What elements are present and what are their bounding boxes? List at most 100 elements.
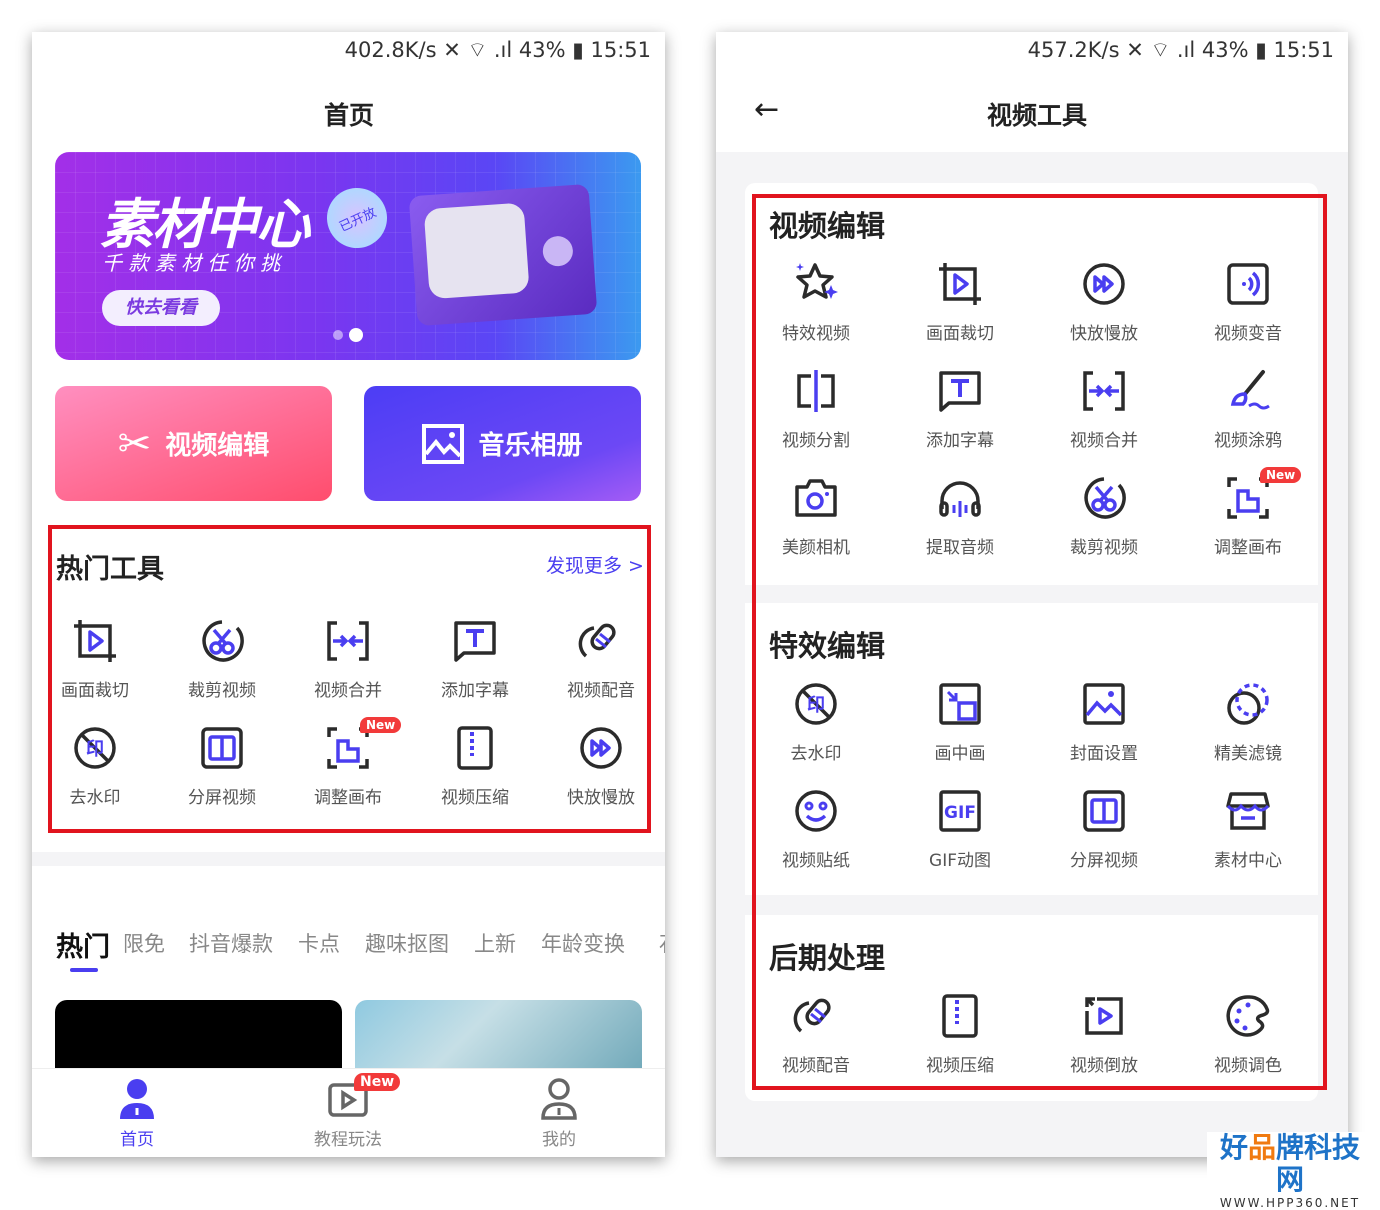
tool-label: 特效视频 xyxy=(782,324,850,344)
tool-fast[interactable]: 快放慢放 xyxy=(1044,259,1164,344)
tool-merge[interactable]: 视频合并 xyxy=(288,616,408,701)
tool-label: 分屏视频 xyxy=(1070,851,1138,871)
star-icon xyxy=(796,263,838,299)
banner-button[interactable]: 快去看看 xyxy=(102,290,220,326)
tool-label: 视频变音 xyxy=(1214,324,1282,344)
tool-compress[interactable]: 视频压缩 xyxy=(415,723,535,808)
tool-pip[interactable]: 画中画 xyxy=(900,679,1020,764)
page-title: 首页 xyxy=(323,101,375,130)
banner[interactable]: 素材中心 已开放 千 款 素 材 任 你 挑 快去看看 xyxy=(55,152,641,360)
sticker-icon xyxy=(795,790,837,832)
tool-label: 添加字幕 xyxy=(441,681,509,701)
tool-label: 精美滤镜 xyxy=(1214,744,1282,764)
tool-headphones[interactable]: 提取音频 xyxy=(900,473,1020,558)
hot-tools-title: 热门工具 xyxy=(56,554,164,585)
tool-label: GIF动图 xyxy=(929,851,991,871)
tool-cutcircle[interactable]: 裁剪视频 xyxy=(1044,473,1164,558)
discover-more-link[interactable]: 发现更多 > xyxy=(546,551,644,578)
crop-icon xyxy=(939,263,981,305)
section-title: 后期处理 xyxy=(769,941,886,975)
merge-icon xyxy=(1083,371,1125,411)
tool-filter[interactable]: 精美滤镜 xyxy=(1188,679,1308,764)
music-album-button[interactable]: 音乐相册 xyxy=(364,386,641,501)
tool-label: 画中画 xyxy=(934,744,986,764)
page-title: 视频工具 xyxy=(986,101,1088,130)
text-icon xyxy=(939,371,981,412)
tool-watermark[interactable]: 印去水印 xyxy=(756,679,876,764)
tool-gif[interactable]: GIF GIF动图 xyxy=(900,786,1020,871)
tool-mic[interactable]: 视频配音 xyxy=(756,991,876,1076)
crop-icon xyxy=(74,620,116,662)
tool-cutcircle[interactable]: 裁剪视频 xyxy=(162,616,282,701)
tool-label: 分屏视频 xyxy=(188,788,256,808)
tool-brush[interactable]: 视频涂鸦 xyxy=(1188,366,1308,451)
tool-store[interactable]: 素材中心 xyxy=(1188,786,1308,871)
status-bar: 457.2K/s ✕ ⌔ .ıl 43% ▮ 15:51 xyxy=(1027,38,1334,62)
tool-crop[interactable]: 画面裁切 xyxy=(35,616,155,701)
tab[interactable]: 卡点 xyxy=(298,928,340,958)
tool-sticker[interactable]: 视频贴纸 xyxy=(756,786,876,871)
back-button[interactable]: ← xyxy=(754,92,779,127)
tab[interactable]: 限免 xyxy=(123,928,165,958)
mic-icon xyxy=(578,623,616,658)
camera-icon xyxy=(795,479,837,517)
tool-camera[interactable]: 美颜相机 xyxy=(756,473,876,558)
video-edit-label: 视频编辑 xyxy=(165,431,270,461)
tool-compress[interactable]: 视频压缩 xyxy=(900,991,1020,1076)
tool-star[interactable]: 特效视频 xyxy=(756,259,876,344)
headphones-icon xyxy=(939,481,981,517)
divider xyxy=(32,852,665,866)
tab[interactable]: 抖音爆款 xyxy=(189,928,273,958)
tool-label: 视频调色 xyxy=(1214,1056,1282,1076)
bottom-nav: 首页 教程玩法 New 我的 xyxy=(32,1068,665,1157)
fast-icon xyxy=(580,727,622,769)
tool-split-screen[interactable]: 分屏视频 xyxy=(1044,786,1164,871)
picture-icon xyxy=(1083,683,1125,725)
nav-mine[interactable]: 我的 xyxy=(509,1077,609,1150)
nav-label: 我的 xyxy=(542,1130,576,1150)
tool-fast[interactable]: 快放慢放 xyxy=(541,723,661,808)
slide-dot-active[interactable] xyxy=(349,328,363,342)
nav-tutorials[interactable]: 教程玩法 New xyxy=(298,1073,401,1150)
tool-voice[interactable]: 视频变音 xyxy=(1188,259,1308,344)
tool-merge[interactable]: 视频合并 xyxy=(1044,366,1164,451)
tool-crop[interactable]: 画面裁切 xyxy=(900,259,1020,344)
video-edit-button[interactable]: ✂ 视频编辑 xyxy=(55,386,332,501)
tool-picture[interactable]: 封面设置 xyxy=(1044,679,1164,764)
tab[interactable]: 趣味抠图 xyxy=(365,928,449,958)
tool-label: 视频配音 xyxy=(782,1056,850,1076)
tool-label: 调整画布 xyxy=(1214,538,1282,558)
reverse-icon xyxy=(1085,997,1123,1035)
tool-reverse[interactable]: 视频倒放 xyxy=(1044,991,1164,1076)
palette-icon xyxy=(1226,995,1270,1037)
tool-label: 快放慢放 xyxy=(567,788,635,808)
tool-split[interactable]: 视频分割 xyxy=(756,366,876,451)
tool-watermark[interactable]: 印去水印 xyxy=(35,723,155,808)
gif-icon: GIF xyxy=(939,790,981,832)
pip-icon xyxy=(939,683,981,725)
tool-canvas[interactable]: 调整画布 New xyxy=(288,717,408,808)
tab[interactable]: 年龄变换 xyxy=(541,928,625,958)
slide-dot[interactable] xyxy=(333,330,343,340)
tool-split-screen[interactable]: 分屏视频 xyxy=(162,723,282,808)
tool-label: 画面裁切 xyxy=(61,681,129,701)
tab[interactable]: 热门 xyxy=(56,925,110,964)
tool-label: 调整画布 xyxy=(314,788,382,808)
nav-home[interactable]: 首页 xyxy=(87,1077,187,1150)
tool-palette[interactable]: 视频调色 xyxy=(1188,991,1308,1076)
tool-text[interactable]: 添加字幕 xyxy=(415,616,535,701)
tool-label: 视频涂鸦 xyxy=(1214,431,1282,451)
tool-text[interactable]: 添加字幕 xyxy=(900,366,1020,451)
tool-label: 快放慢放 xyxy=(1070,324,1138,344)
merge-icon xyxy=(327,621,369,661)
tool-canvas[interactable]: 调整画布 New xyxy=(1188,467,1308,558)
new-badge: New xyxy=(354,1073,401,1091)
tool-mic[interactable]: 视频配音 xyxy=(541,616,661,701)
tool-label: 视频合并 xyxy=(1070,431,1138,451)
tool-label: 裁剪视频 xyxy=(188,681,256,701)
tool-label: 素材中心 xyxy=(1214,851,1282,871)
tab[interactable]: 上新 xyxy=(474,928,516,958)
compress-icon xyxy=(457,726,493,770)
tab[interactable]: 石 xyxy=(659,928,665,958)
brush-icon xyxy=(1230,370,1270,410)
